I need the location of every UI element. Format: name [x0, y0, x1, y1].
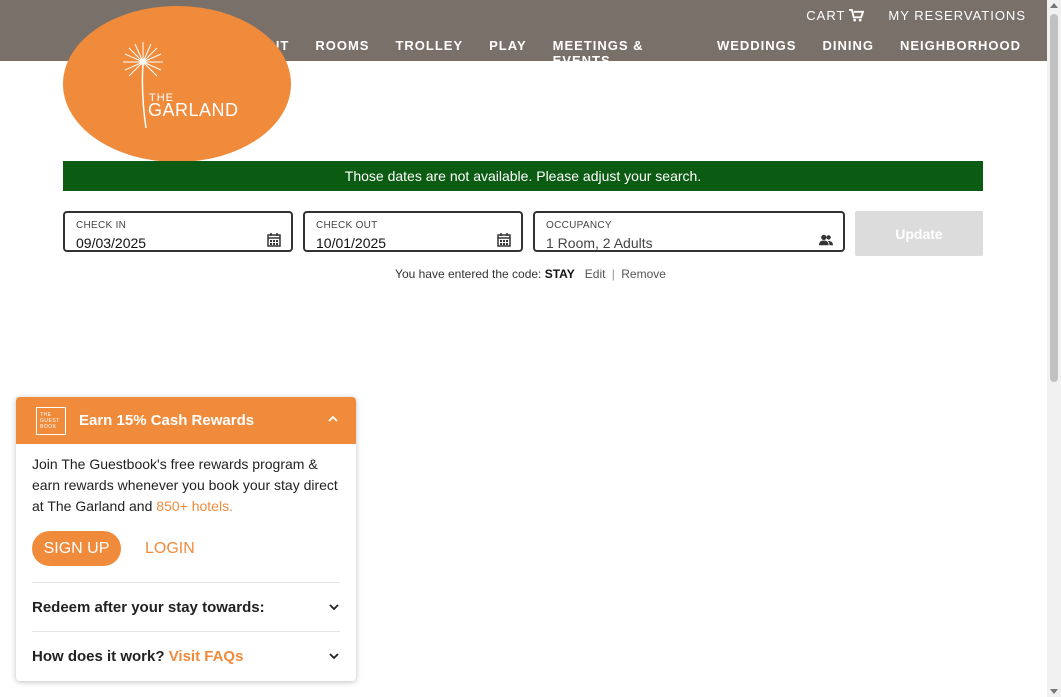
- availability-alert: Those dates are not available. Please ad…: [63, 161, 983, 191]
- nav-item-trolley[interactable]: TROLLEY: [395, 38, 463, 68]
- chevron-down-icon: [329, 604, 339, 611]
- guestbook-logo: THE GUEST BOOK: [36, 406, 66, 435]
- hotels-link[interactable]: 850+ hotels.: [156, 498, 233, 514]
- promo-prefix: You have entered the code:: [395, 267, 542, 281]
- check-in-value: 09/03/2025: [76, 235, 147, 251]
- occupancy-label: OCCUPANCY: [546, 220, 612, 231]
- scroll-down-arrow[interactable]: [1050, 689, 1058, 694]
- promo-separator: |: [611, 267, 615, 281]
- redeem-label: Redeem after your stay towards:: [32, 598, 265, 616]
- how-it-works-accordion[interactable]: How does it work? Visit FAQs: [32, 631, 340, 680]
- page-scrollbar[interactable]: [1047, 0, 1061, 697]
- cart-icon: [849, 9, 865, 22]
- redeem-accordion[interactable]: Redeem after your stay towards:: [32, 582, 340, 631]
- rewards-title: Earn 15% Cash Rewards: [79, 412, 255, 429]
- promo-code: STAY: [544, 267, 575, 281]
- promo-code-line: You have entered the code: STAY Edit | R…: [0, 267, 1061, 281]
- scroll-up-arrow[interactable]: [1050, 3, 1058, 8]
- alert-message: Those dates are not available. Please ad…: [344, 168, 702, 184]
- auth-row: SIGN UP LOGIN: [32, 531, 340, 566]
- update-button[interactable]: Update: [855, 211, 983, 256]
- check-out-label: CHECK OUT: [316, 220, 378, 231]
- sign-up-button[interactable]: SIGN UP: [32, 531, 121, 566]
- nav-item-weddings[interactable]: WEDDINGS: [717, 38, 797, 68]
- cart-label: CART: [806, 8, 846, 23]
- utility-nav: CART MY RESERVATIONS: [806, 8, 1026, 23]
- logo-text-garland: GARLAND: [148, 100, 239, 120]
- login-link[interactable]: LOGIN: [145, 540, 195, 558]
- edit-promo-link[interactable]: Edit: [585, 267, 606, 281]
- how-label: How does it work?: [32, 647, 165, 665]
- hotel-logo[interactable]: THE GARLAND: [63, 6, 291, 162]
- rewards-widget: THE GUEST BOOK Earn 15% Cash Rewards Join …: [16, 397, 356, 681]
- nav-item-meetings-events[interactable]: MEETINGS & EVENTS: [553, 38, 691, 68]
- scrollbar-thumb[interactable]: [1050, 14, 1058, 382]
- rewards-body: Join The Guestbook's free rewards progra…: [16, 444, 356, 680]
- check-out-field[interactable]: CHECK OUT 10/01/2025: [303, 211, 523, 252]
- users-icon: [819, 234, 833, 246]
- calendar-icon: [497, 233, 511, 247]
- nav-item-neighborhood[interactable]: NEIGHBORHOOD: [900, 38, 1021, 68]
- faq-link[interactable]: Visit FAQs: [169, 648, 244, 665]
- occupancy-value: 1 Room, 2 Adults: [546, 235, 653, 251]
- rewards-description: Join The Guestbook's free rewards progra…: [32, 456, 338, 514]
- cart-link[interactable]: CART: [806, 8, 865, 23]
- remove-promo-link[interactable]: Remove: [621, 267, 666, 281]
- check-out-value: 10/01/2025: [316, 235, 387, 251]
- rewards-header[interactable]: THE GUEST BOOK Earn 15% Cash Rewards: [16, 397, 356, 444]
- nav-item-play[interactable]: PLAY: [489, 38, 526, 68]
- nav-item-rooms[interactable]: ROOMS: [315, 38, 369, 68]
- calendar-icon: [267, 233, 281, 247]
- main-nav: UT ROOMS TROLLEY PLAY MEETINGS & EVENTS …: [270, 38, 1047, 68]
- check-in-label: CHECK IN: [76, 220, 127, 231]
- check-in-field[interactable]: CHECK IN 09/03/2025: [63, 211, 293, 252]
- chevron-down-icon: [329, 653, 339, 660]
- chevron-up-icon[interactable]: [327, 413, 339, 425]
- my-reservations-link[interactable]: MY RESERVATIONS: [888, 8, 1026, 23]
- occupancy-field[interactable]: OCCUPANCY 1 Room, 2 Adults: [533, 211, 845, 252]
- nav-item-dining[interactable]: DINING: [822, 38, 874, 68]
